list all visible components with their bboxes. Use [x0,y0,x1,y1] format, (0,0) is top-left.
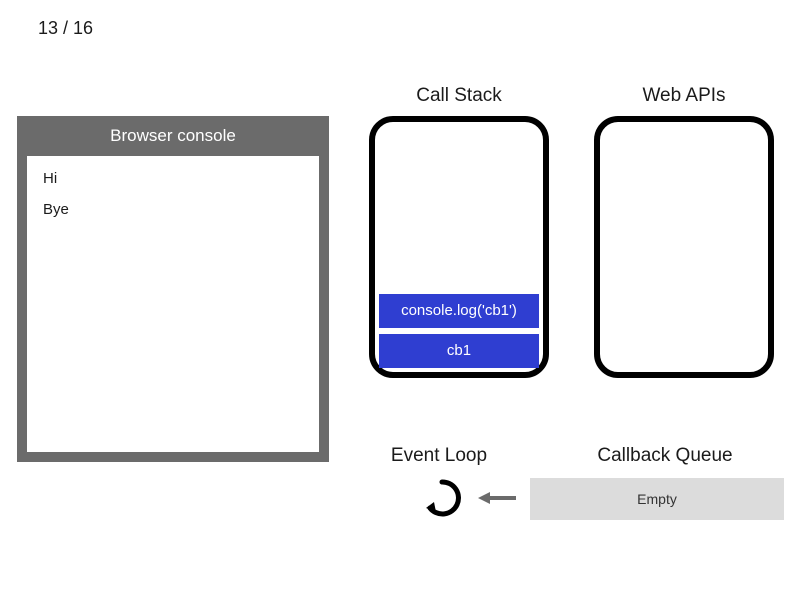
stack-frame: console.log('cb1') [379,294,539,328]
stack-frame: cb1 [379,334,539,368]
browser-console-body: Hi Bye [27,156,319,452]
webapis-box [594,116,774,378]
arrow-left-icon [478,490,518,506]
event-loop-icon [422,478,462,518]
callback-queue-box: Empty [530,478,784,520]
callback-queue-heading: Callback Queue [560,445,770,467]
console-line: Hi [43,170,303,187]
browser-console: Browser console Hi Bye [17,116,329,462]
eventloop-heading: Event Loop [369,445,509,467]
callstack-box: console.log('cb1') cb1 [369,116,549,378]
browser-console-title: Browser console [17,116,329,156]
console-line: Bye [43,201,303,218]
callstack-heading: Call Stack [369,85,549,107]
webapis-heading: Web APIs [594,85,774,107]
callstack-frames: console.log('cb1') cb1 [379,294,539,368]
step-indicator: 13 / 16 [38,18,93,39]
